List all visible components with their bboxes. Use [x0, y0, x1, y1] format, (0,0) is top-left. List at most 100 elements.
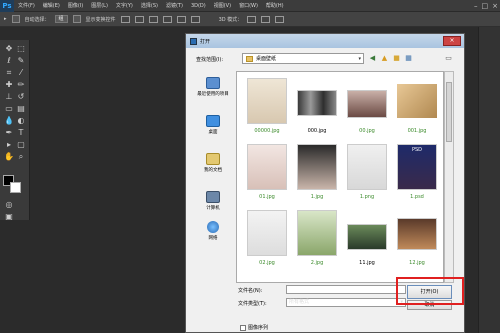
menu-file[interactable]: 文件(F) — [14, 2, 39, 9]
background-color-swatch[interactable] — [10, 182, 21, 193]
file-item[interactable]: 01.jpg — [243, 140, 291, 204]
hand-tool-icon[interactable]: ✋ — [3, 152, 15, 162]
align-middle-icon[interactable] — [134, 15, 144, 23]
rotate-3d-icon[interactable] — [247, 15, 257, 23]
file-list-scrollbar[interactable] — [444, 71, 454, 283]
align-right-icon[interactable] — [190, 15, 200, 23]
file-name: 1.png — [359, 194, 375, 200]
file-thumbnail — [397, 84, 437, 118]
crop-tool-icon[interactable]: ⌗ — [3, 68, 15, 78]
file-item[interactable]: 02.jpg — [243, 206, 291, 270]
transform-controls-label: 显示变换控件 — [85, 16, 116, 23]
new-folder-icon[interactable]: ■ — [392, 54, 401, 63]
up-folder-icon[interactable]: ▲ — [380, 54, 389, 63]
menu-layer[interactable]: 图层(L) — [87, 2, 112, 9]
quick-mask-icon[interactable]: ◎ — [3, 200, 15, 210]
menu-help[interactable]: 帮助(H) — [262, 2, 288, 9]
screen-mode-icon[interactable]: ▣ — [3, 212, 15, 222]
window-controls: – □ × — [474, 1, 498, 11]
file-item[interactable]: 2.jpg — [293, 206, 341, 270]
view-menu-icon[interactable]: ▦ — [404, 54, 413, 63]
file-thumbnail: PSD — [397, 144, 437, 190]
menu-bar: Ps 文件(F) 编辑(E) 图像(I) 图层(L) 文字(Y) 选择(S) 滤… — [0, 0, 500, 12]
file-item[interactable]: 12.jpg — [393, 206, 441, 270]
file-item[interactable]: 000.jpg — [293, 74, 341, 138]
dialog-title-bar: 打开 × — [186, 34, 464, 48]
auto-select-label: 自动选择： — [24, 16, 50, 23]
file-item[interactable]: 001.jpg — [393, 74, 441, 138]
align-top-icon[interactable] — [120, 15, 130, 23]
place-label: 我的文档 — [204, 168, 222, 173]
computer-icon — [206, 191, 220, 203]
file-name: 12.jpg — [409, 260, 425, 266]
brush-tool-icon[interactable]: ✏ — [15, 80, 27, 90]
align-center-icon[interactable] — [176, 15, 186, 23]
dodge-tool-icon[interactable]: ◐ — [15, 116, 27, 126]
move-tool-icon[interactable]: ✥ — [3, 44, 15, 54]
type-tool-icon[interactable]: T — [15, 128, 27, 138]
roll-3d-icon[interactable] — [261, 15, 271, 23]
zoom-tool-icon[interactable]: ⌕ — [15, 152, 27, 162]
file-name-label: 文件名(N): — [238, 288, 263, 294]
shape-tool-icon[interactable]: ▢ — [15, 140, 27, 150]
marquee-tool-icon[interactable]: ⬚ — [15, 44, 27, 54]
folder-icon — [246, 55, 253, 62]
menu-image[interactable]: 图像(I) — [64, 2, 87, 9]
align-bottom-icon[interactable] — [148, 15, 158, 23]
menu-filter[interactable]: 滤镜(T) — [162, 2, 187, 9]
place-documents[interactable]: 我的文档 — [190, 153, 236, 173]
menu-type[interactable]: 文字(Y) — [112, 2, 137, 9]
align-left-icon[interactable] — [162, 15, 172, 23]
file-item[interactable]: PSD 1.psd — [393, 140, 441, 204]
file-name: 2.jpg — [310, 260, 324, 266]
menu-view[interactable]: 视图(V) — [210, 2, 235, 9]
menu-select[interactable]: 选择(S) — [137, 2, 162, 9]
menu-edit[interactable]: 编辑(E) — [39, 2, 64, 9]
file-name-input[interactable] — [286, 285, 406, 294]
minimize-icon[interactable]: – — [474, 1, 478, 11]
place-recent[interactable]: 最近使用的项目 — [190, 77, 236, 97]
place-desktop[interactable]: 桌面 — [190, 115, 236, 135]
recent-places-icon — [206, 77, 220, 89]
place-computer[interactable]: 计算机 — [190, 191, 236, 211]
file-type-label: 文件类型(T): — [238, 301, 267, 307]
clone-stamp-icon[interactable]: ⊥ — [3, 92, 15, 102]
menu-3d[interactable]: 3D(D) — [187, 3, 210, 9]
menu-window[interactable]: 窗口(W) — [235, 2, 262, 9]
auto-select-checkbox[interactable] — [11, 15, 20, 23]
quick-select-icon[interactable]: ✎ — [15, 56, 27, 66]
annotation-highlight-box — [396, 277, 464, 305]
auto-select-dropdown[interactable]: 组 — [54, 15, 68, 23]
file-item[interactable]: 1.png — [343, 140, 391, 204]
transform-controls-checkbox[interactable] — [72, 15, 81, 23]
pen-tool-icon[interactable]: ✒ — [3, 128, 15, 138]
file-item[interactable]: 1.jpg — [293, 140, 341, 204]
file-item[interactable]: 00000.jpg — [243, 74, 291, 138]
lasso-tool-icon[interactable]: ℓ — [3, 56, 15, 66]
file-item[interactable]: 00.jpg — [343, 74, 391, 138]
eraser-tool-icon[interactable]: ▭ — [3, 104, 15, 114]
close-window-icon[interactable]: × — [492, 1, 498, 11]
dialog-close-button[interactable]: × — [443, 36, 461, 46]
tools-panel: ✥ ⬚ ℓ ✎ ⌗ ⁄ ✚ ✏ ⊥ ↺ ▭ ▤ 💧 ◐ ✒ T ▸ ▢ ✋ ⌕ … — [0, 40, 30, 222]
image-sequence-option[interactable]: 图像序列 — [240, 324, 268, 331]
file-name: 00000.jpg — [254, 128, 280, 134]
gradient-tool-icon[interactable]: ▤ — [15, 104, 27, 114]
healing-brush-icon[interactable]: ✚ — [3, 80, 15, 90]
blur-tool-icon[interactable]: 💧 — [3, 116, 15, 126]
look-in-dropdown[interactable]: 桌面壁纸 ▾ — [242, 53, 364, 64]
history-brush-icon[interactable]: ↺ — [15, 92, 27, 102]
scrollbar-thumb[interactable] — [446, 82, 452, 142]
file-type-dropdown[interactable]: 所有格式 — [286, 298, 406, 307]
preview-pane-icon[interactable]: ▭ — [444, 54, 453, 63]
path-select-icon[interactable]: ▸ — [3, 140, 15, 150]
dialog-title: 打开 — [200, 38, 211, 45]
back-icon[interactable]: ◀ — [368, 54, 377, 63]
eyedropper-icon[interactable]: ⁄ — [15, 68, 27, 78]
place-network[interactable]: 网络 — [190, 221, 236, 241]
file-item[interactable]: 11.jpg — [343, 206, 391, 270]
maximize-icon[interactable]: □ — [482, 1, 489, 11]
pan-3d-icon[interactable] — [275, 15, 285, 23]
move-tool-icon[interactable]: ▸ — [4, 16, 7, 22]
image-sequence-checkbox[interactable] — [240, 324, 246, 331]
